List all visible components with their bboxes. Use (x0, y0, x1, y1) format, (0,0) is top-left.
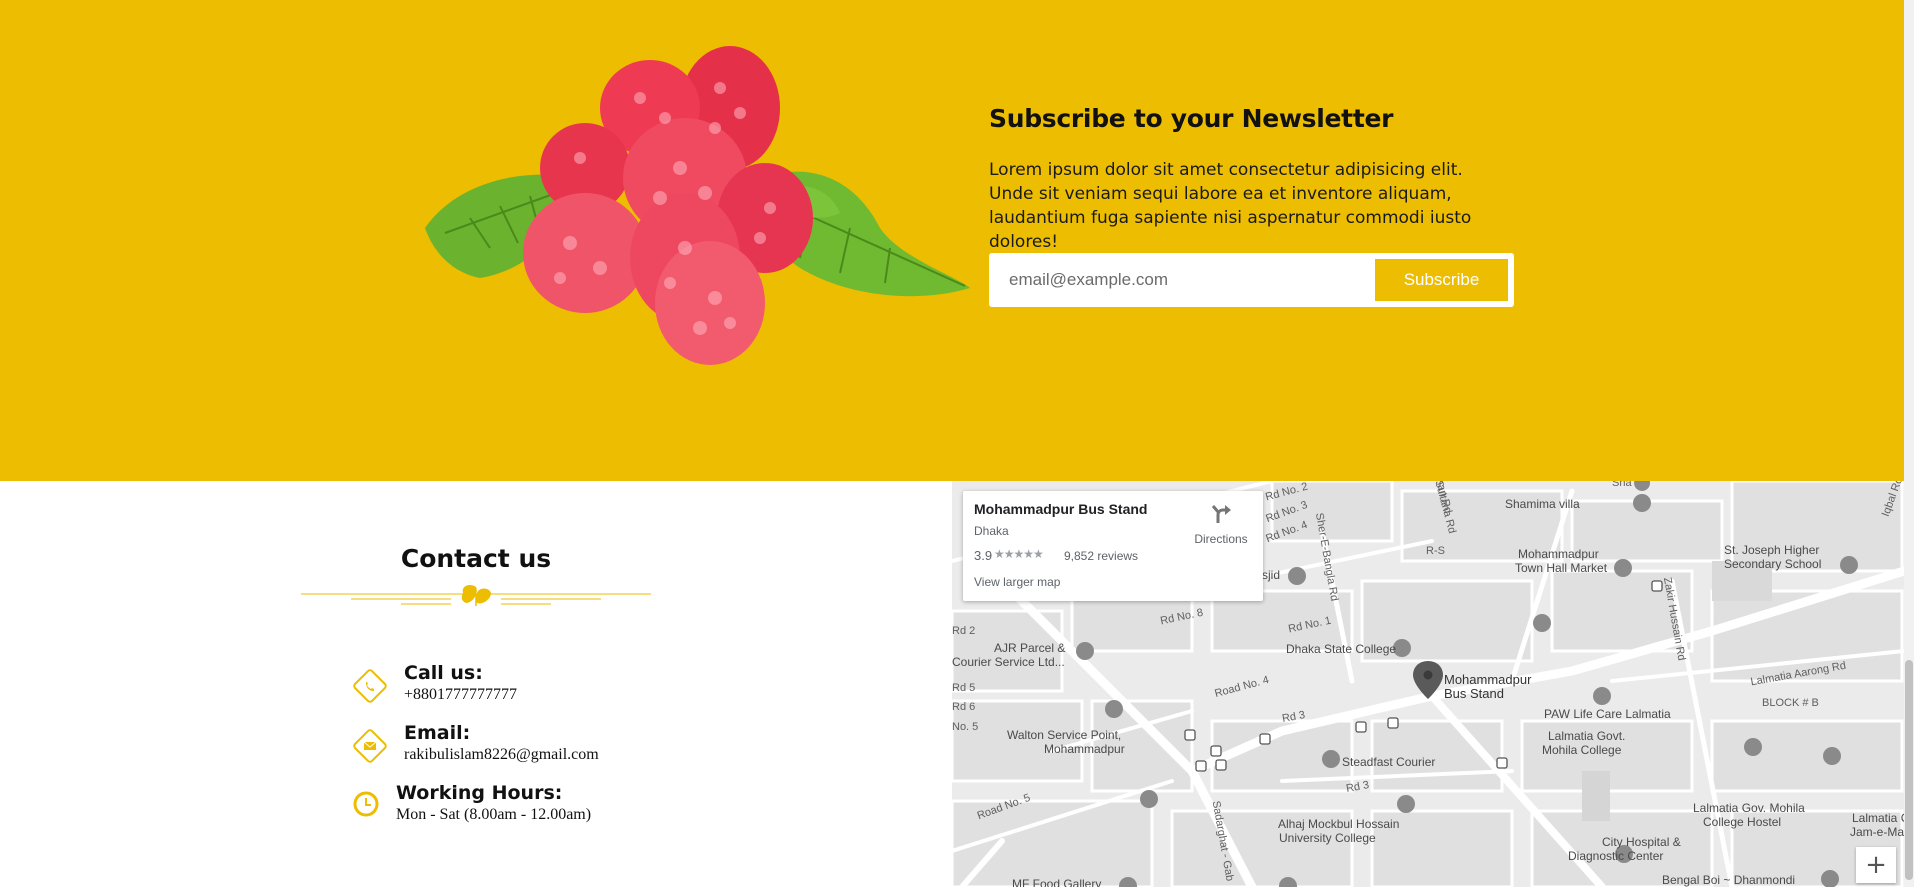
map-label: Alhaj Mockbul Hossain (1278, 817, 1400, 831)
email-input[interactable] (993, 257, 1353, 303)
map-label: Rd 6 (952, 701, 976, 713)
map-label: Bengal Boi ~ Dhanmondi (1662, 873, 1796, 887)
map-label: BLOCK # B (1762, 697, 1819, 709)
map-label: Lalmatia Govt. (1548, 729, 1626, 743)
map-label: Sha (1612, 481, 1632, 489)
raspberries-image (425, 46, 970, 365)
map-label: R-S (1426, 545, 1445, 557)
map-label: No. 5 (952, 721, 979, 733)
subscribe-button[interactable]: Subscribe (1375, 259, 1508, 301)
contact-label: Working Hours: (396, 782, 563, 804)
view-larger-map-link[interactable]: View larger map (974, 575, 1060, 589)
map-label: Diagnostic Center (1568, 849, 1664, 863)
map-label: Lalmatia Gov. Mohila (1693, 801, 1805, 815)
map-label: sjid (1262, 568, 1281, 582)
map-label: Rd 5 (952, 682, 976, 694)
clock-icon (353, 791, 379, 817)
contact-section: Contact us Call us: +8801777777777 Email… (0, 481, 952, 887)
zoom-in-button[interactable]: + (1856, 847, 1896, 883)
map-label: Bus Stand (1444, 686, 1504, 701)
scrollbar-thumb[interactable] (1905, 660, 1913, 880)
map-label: Courier Service Ltd... (952, 655, 1065, 669)
place-info-card: Mohammadpur Bus Stand Dhaka 3.9 ★★★★★ 9,… (963, 491, 1263, 601)
map-label: Mohammadpur (1518, 547, 1599, 561)
newsletter-form: Subscribe (989, 253, 1514, 307)
directions-button[interactable]: Directions (1191, 503, 1251, 546)
map-label: University College (1279, 831, 1376, 845)
place-city: Dhaka (974, 524, 1009, 538)
map-label: Secondary School (1724, 557, 1822, 571)
google-map[interactable]: Shamima villa Mohammadpur Town Hall Mark… (952, 481, 1904, 887)
map-label: College Hostel (1703, 815, 1782, 829)
leaf-icon (461, 585, 491, 606)
directions-label: Directions (1194, 532, 1248, 546)
map-label: PAW Life Care Lalmatia (1544, 707, 1671, 721)
newsletter-section: Subscribe to your Newsletter Lorem ipsum… (0, 0, 1904, 481)
map-label: MF Food Gallery (1012, 877, 1102, 887)
working-hours: Mon - Sat (8.00am - 12.00am) (396, 806, 592, 823)
map-label: City Hospital & (1602, 835, 1681, 849)
phone-icon (353, 669, 387, 703)
map-label: Dhaka State College (1286, 642, 1397, 656)
map-label: Jam-e-Mas (1850, 825, 1904, 839)
contact-title: Contact us (400, 544, 552, 573)
place-name: Mohammadpur Bus Stand (974, 501, 1148, 517)
newsletter-description: Lorem ipsum dolor sit amet consectetur a… (989, 160, 1472, 252)
email-address[interactable]: rakibulislam8226@gmail.com (404, 746, 599, 764)
map-label: Shamima villa (1505, 497, 1580, 511)
map-label: Mohammadpur (1044, 742, 1125, 756)
title-divider (301, 585, 651, 606)
rating-value: 3.9 (974, 548, 993, 563)
map-label: St. Joseph Higher (1724, 543, 1820, 557)
map-label: Town Hall Market (1515, 561, 1608, 575)
page-scrollbar[interactable] (1904, 0, 1914, 887)
newsletter-title: Subscribe to your Newsletter (989, 104, 1394, 133)
phone-number[interactable]: +8801777777777 (404, 686, 517, 704)
map-label: AJR Parcel & (994, 641, 1066, 655)
email-icon (353, 729, 387, 763)
map-label: Walton Service Point, (1007, 728, 1122, 742)
contact-label: Email: (404, 722, 471, 744)
star-rating-icon: ★★★★★ (994, 547, 1044, 561)
reviews-count[interactable]: 9,852 reviews (1064, 549, 1138, 563)
contact-label: Call us: (404, 662, 483, 684)
map-label: Steadfast Courier (1342, 755, 1436, 769)
directions-icon (1211, 505, 1231, 523)
map-label: Rd 2 (952, 625, 976, 637)
map-label: Mohammadpur (1444, 672, 1532, 687)
map-label: Mohila College (1542, 743, 1622, 757)
map-label: Lalmatia C (1852, 811, 1904, 825)
